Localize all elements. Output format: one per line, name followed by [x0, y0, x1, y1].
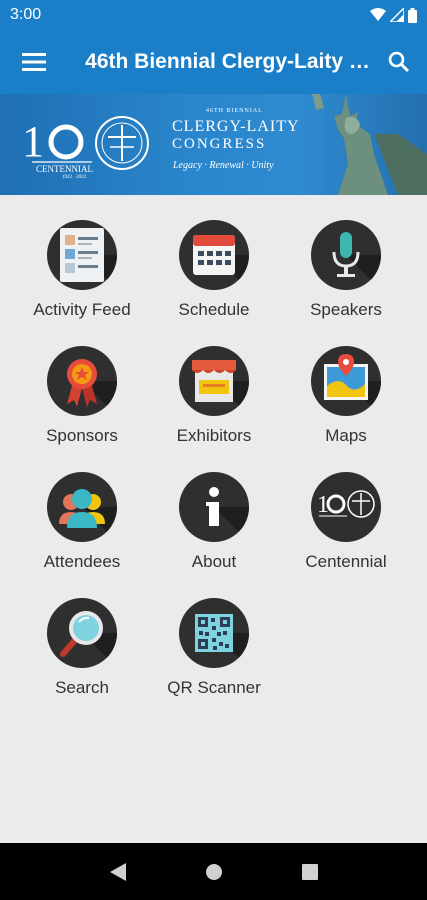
tile-activity-feed[interactable]: Activity Feed [12, 220, 152, 332]
banner-centennial-years: 1922 · 2022 [62, 175, 87, 180]
qr-code-icon [179, 598, 249, 668]
congress-banner: 1 CENTENNIAL 1922 · 2022 46TH BIENNIAL C… [0, 94, 427, 195]
tile-about[interactable]: About [144, 472, 284, 584]
calendar-icon [179, 220, 249, 290]
status-bar: 3:00 [0, 0, 427, 30]
statue-of-liberty-image [312, 94, 427, 195]
tile-exhibitors[interactable]: Exhibitors [144, 346, 284, 458]
system-nav-bar [0, 843, 427, 900]
page-title: 46th Biennial Clergy-Laity Congress [85, 50, 372, 73]
banner-motto: Legacy · Renewal · Unity [173, 160, 274, 171]
ribbon-award-icon [47, 346, 117, 416]
tile-centennial[interactable]: 1 Centennial [276, 472, 416, 584]
status-time: 3:00 [10, 6, 42, 23]
tile-label: Search [55, 678, 109, 697]
info-icon [179, 472, 249, 542]
wifi-icon [370, 8, 386, 21]
svg-text:1: 1 [22, 117, 44, 166]
activity-feed-icon [47, 220, 117, 290]
tile-label: Centennial [305, 552, 387, 571]
tile-label: Attendees [43, 552, 121, 571]
tile-search[interactable]: Search [12, 598, 152, 710]
home-icon[interactable] [205, 863, 223, 881]
tile-label: Speakers [310, 300, 382, 319]
tile-label: Sponsors [46, 426, 118, 445]
tile-label: Maps [325, 426, 367, 445]
magnifier-icon [47, 598, 117, 668]
tile-sponsors[interactable]: Sponsors [12, 346, 152, 458]
menu-button[interactable] [0, 30, 67, 94]
signal-icon [390, 8, 404, 22]
status-icons [370, 7, 417, 23]
back-icon[interactable] [109, 862, 127, 882]
tile-maps[interactable]: Maps [276, 346, 416, 458]
map-pin-icon [311, 346, 381, 416]
tile-label: Schedule [178, 300, 250, 319]
app-bar: 46th Biennial Clergy-Laity Congress [0, 30, 427, 94]
search-button[interactable] [372, 30, 427, 94]
hamburger-menu-icon [21, 53, 46, 71]
tile-label: About [191, 552, 237, 571]
search-icon [389, 51, 410, 73]
banner-line2: CONGRESS [172, 136, 267, 152]
battery-icon [408, 7, 417, 23]
tile-label: Activity Feed [33, 300, 131, 319]
banner-centennial-word: CENTENNIAL [36, 164, 93, 174]
tile-qr-scanner[interactable]: QR Scanner [144, 598, 284, 710]
recents-icon[interactable] [301, 863, 318, 880]
banner-line1: CLERGY-LAITY [172, 118, 300, 135]
tile-schedule[interactable]: Schedule [144, 220, 284, 332]
people-icon [47, 472, 117, 542]
banner-small-text: 46TH BIENNIAL [206, 108, 263, 114]
tile-label: QR Scanner [167, 678, 261, 697]
centennial-logo-icon: 1 [311, 472, 381, 542]
storefront-icon [179, 346, 249, 416]
tile-attendees[interactable]: Attendees [12, 472, 152, 584]
microphone-icon [311, 220, 381, 290]
tile-speakers[interactable]: Speakers [276, 220, 416, 332]
tile-label: Exhibitors [176, 426, 252, 445]
